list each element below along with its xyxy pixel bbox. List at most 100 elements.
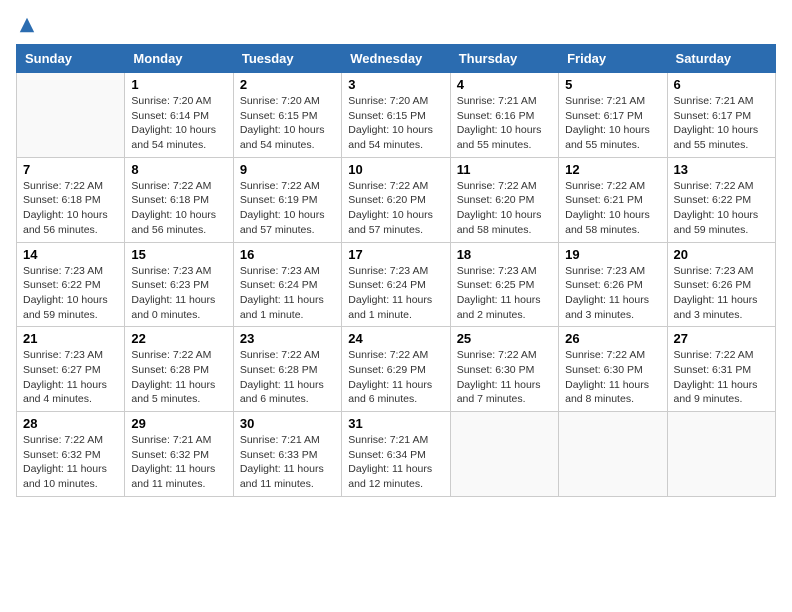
day-number: 15 xyxy=(131,247,226,262)
calendar-week-5: 28 Sunrise: 7:22 AMSunset: 6:32 PMDayligh… xyxy=(17,412,776,497)
calendar-cell: 27 Sunrise: 7:22 AMSunset: 6:31 PMDayligh… xyxy=(667,327,775,412)
day-info: Sunrise: 7:21 AMSunset: 6:34 PMDaylight:… xyxy=(348,433,443,492)
day-info: Sunrise: 7:21 AMSunset: 6:17 PMDaylight:… xyxy=(674,94,769,153)
day-info: Sunrise: 7:23 AMSunset: 6:22 PMDaylight:… xyxy=(23,264,118,323)
calendar-cell: 17 Sunrise: 7:23 AMSunset: 6:24 PMDayligh… xyxy=(342,242,450,327)
logo xyxy=(16,16,36,34)
header-saturday: Saturday xyxy=(667,45,775,73)
header-monday: Monday xyxy=(125,45,233,73)
day-number: 28 xyxy=(23,416,118,431)
day-info: Sunrise: 7:22 AMSunset: 6:21 PMDaylight:… xyxy=(565,179,660,238)
day-info: Sunrise: 7:22 AMSunset: 6:28 PMDaylight:… xyxy=(240,348,335,407)
calendar-cell: 2Sunrise: 7:20 AMSunset: 6:15 PMDaylight… xyxy=(233,73,341,158)
calendar-cell: 29 Sunrise: 7:21 AMSunset: 6:32 PMDayligh… xyxy=(125,412,233,497)
calendar-cell: 25Sunrise: 7:22 AMSunset: 6:30 PMDayligh… xyxy=(450,327,558,412)
day-info: Sunrise: 7:22 AMSunset: 6:20 PMDaylight:… xyxy=(348,179,443,238)
day-info: Sunrise: 7:22 AMSunset: 6:18 PMDaylight:… xyxy=(131,179,226,238)
calendar-cell: 22 Sunrise: 7:22 AMSunset: 6:28 PMDayligh… xyxy=(125,327,233,412)
day-info: Sunrise: 7:23 AMSunset: 6:24 PMDaylight:… xyxy=(240,264,335,323)
day-number: 18 xyxy=(457,247,552,262)
calendar-cell: 10 Sunrise: 7:22 AMSunset: 6:20 PMDayligh… xyxy=(342,157,450,242)
day-info: Sunrise: 7:21 AMSunset: 6:32 PMDaylight:… xyxy=(131,433,226,492)
day-number: 19 xyxy=(565,247,660,262)
day-info: Sunrise: 7:23 AMSunset: 6:27 PMDaylight:… xyxy=(23,348,118,407)
calendar-cell: 13 Sunrise: 7:22 AMSunset: 6:22 PMDayligh… xyxy=(667,157,775,242)
calendar-cell: 3Sunrise: 7:20 AMSunset: 6:15 PMDaylight… xyxy=(342,73,450,158)
day-number: 2 xyxy=(240,77,335,92)
day-info: Sunrise: 7:22 AMSunset: 6:31 PMDaylight:… xyxy=(674,348,769,407)
calendar-cell: 31 Sunrise: 7:21 AMSunset: 6:34 PMDayligh… xyxy=(342,412,450,497)
day-number: 27 xyxy=(674,331,769,346)
calendar-cell: 7 Sunrise: 7:22 AMSunset: 6:18 PMDaylight… xyxy=(17,157,125,242)
day-number: 13 xyxy=(674,162,769,177)
day-number: 22 xyxy=(131,331,226,346)
page-header xyxy=(16,16,776,34)
day-number: 14 xyxy=(23,247,118,262)
day-number: 17 xyxy=(348,247,443,262)
day-info: Sunrise: 7:23 AMSunset: 6:26 PMDaylight:… xyxy=(674,264,769,323)
day-number: 7 xyxy=(23,162,118,177)
day-number: 31 xyxy=(348,416,443,431)
calendar-cell: 21 Sunrise: 7:23 AMSunset: 6:27 PMDayligh… xyxy=(17,327,125,412)
day-number: 6 xyxy=(674,77,769,92)
day-info: Sunrise: 7:21 AMSunset: 6:16 PMDaylight:… xyxy=(457,94,552,153)
logo-icon xyxy=(18,16,36,34)
header-friday: Friday xyxy=(559,45,667,73)
day-number: 23 xyxy=(240,331,335,346)
day-number: 1 xyxy=(131,77,226,92)
day-info: Sunrise: 7:22 AMSunset: 6:20 PMDaylight:… xyxy=(457,179,552,238)
day-info: Sunrise: 7:21 AMSunset: 6:17 PMDaylight:… xyxy=(565,94,660,153)
calendar-cell: 20Sunrise: 7:23 AMSunset: 6:26 PMDayligh… xyxy=(667,242,775,327)
day-number: 12 xyxy=(565,162,660,177)
day-info: Sunrise: 7:23 AMSunset: 6:26 PMDaylight:… xyxy=(565,264,660,323)
calendar-cell: 9Sunrise: 7:22 AMSunset: 6:19 PMDaylight… xyxy=(233,157,341,242)
calendar-cell: 5 Sunrise: 7:21 AMSunset: 6:17 PMDaylight… xyxy=(559,73,667,158)
calendar-cell xyxy=(667,412,775,497)
day-number: 10 xyxy=(348,162,443,177)
calendar-cell: 8 Sunrise: 7:22 AMSunset: 6:18 PMDaylight… xyxy=(125,157,233,242)
day-number: 4 xyxy=(457,77,552,92)
calendar-cell xyxy=(17,73,125,158)
day-info: Sunrise: 7:20 AMSunset: 6:15 PMDaylight:… xyxy=(348,94,443,153)
day-number: 26 xyxy=(565,331,660,346)
calendar-cell: 28 Sunrise: 7:22 AMSunset: 6:32 PMDayligh… xyxy=(17,412,125,497)
header-thursday: Thursday xyxy=(450,45,558,73)
header-sunday: Sunday xyxy=(17,45,125,73)
calendar-cell: 23 Sunrise: 7:22 AMSunset: 6:28 PMDayligh… xyxy=(233,327,341,412)
calendar-cell xyxy=(450,412,558,497)
day-number: 30 xyxy=(240,416,335,431)
calendar-cell: 26 Sunrise: 7:22 AMSunset: 6:30 PMDayligh… xyxy=(559,327,667,412)
day-info: Sunrise: 7:23 AMSunset: 6:23 PMDaylight:… xyxy=(131,264,226,323)
day-info: Sunrise: 7:22 AMSunset: 6:30 PMDaylight:… xyxy=(565,348,660,407)
calendar-cell: 6 Sunrise: 7:21 AMSunset: 6:17 PMDaylight… xyxy=(667,73,775,158)
header-tuesday: Tuesday xyxy=(233,45,341,73)
header-wednesday: Wednesday xyxy=(342,45,450,73)
day-number: 5 xyxy=(565,77,660,92)
calendar-cell: 24 Sunrise: 7:22 AMSunset: 6:29 PMDayligh… xyxy=(342,327,450,412)
day-number: 21 xyxy=(23,331,118,346)
day-info: Sunrise: 7:22 AMSunset: 6:19 PMDaylight:… xyxy=(240,179,335,238)
calendar-cell: 14 Sunrise: 7:23 AMSunset: 6:22 PMDayligh… xyxy=(17,242,125,327)
day-number: 29 xyxy=(131,416,226,431)
calendar-cell: 11Sunrise: 7:22 AMSunset: 6:20 PMDayligh… xyxy=(450,157,558,242)
day-info: Sunrise: 7:22 AMSunset: 6:22 PMDaylight:… xyxy=(674,179,769,238)
calendar-week-4: 21 Sunrise: 7:23 AMSunset: 6:27 PMDayligh… xyxy=(17,327,776,412)
calendar-week-3: 14 Sunrise: 7:23 AMSunset: 6:22 PMDayligh… xyxy=(17,242,776,327)
day-info: Sunrise: 7:20 AMSunset: 6:14 PMDaylight:… xyxy=(131,94,226,153)
calendar-cell: 19 Sunrise: 7:23 AMSunset: 6:26 PMDayligh… xyxy=(559,242,667,327)
day-number: 8 xyxy=(131,162,226,177)
day-number: 24 xyxy=(348,331,443,346)
calendar-cell: 4 Sunrise: 7:21 AMSunset: 6:16 PMDaylight… xyxy=(450,73,558,158)
day-number: 16 xyxy=(240,247,335,262)
calendar-week-1: 1 Sunrise: 7:20 AMSunset: 6:14 PMDaylight… xyxy=(17,73,776,158)
calendar-cell: 15 Sunrise: 7:23 AMSunset: 6:23 PMDayligh… xyxy=(125,242,233,327)
day-info: Sunrise: 7:22 AMSunset: 6:18 PMDaylight:… xyxy=(23,179,118,238)
calendar-header-row: SundayMondayTuesdayWednesdayThursdayFrid… xyxy=(17,45,776,73)
calendar-cell: 1 Sunrise: 7:20 AMSunset: 6:14 PMDaylight… xyxy=(125,73,233,158)
day-info: Sunrise: 7:22 AMSunset: 6:29 PMDaylight:… xyxy=(348,348,443,407)
day-info: Sunrise: 7:22 AMSunset: 6:32 PMDaylight:… xyxy=(23,433,118,492)
day-info: Sunrise: 7:23 AMSunset: 6:24 PMDaylight:… xyxy=(348,264,443,323)
calendar-cell: 18Sunrise: 7:23 AMSunset: 6:25 PMDayligh… xyxy=(450,242,558,327)
day-info: Sunrise: 7:22 AMSunset: 6:28 PMDaylight:… xyxy=(131,348,226,407)
day-number: 25 xyxy=(457,331,552,346)
